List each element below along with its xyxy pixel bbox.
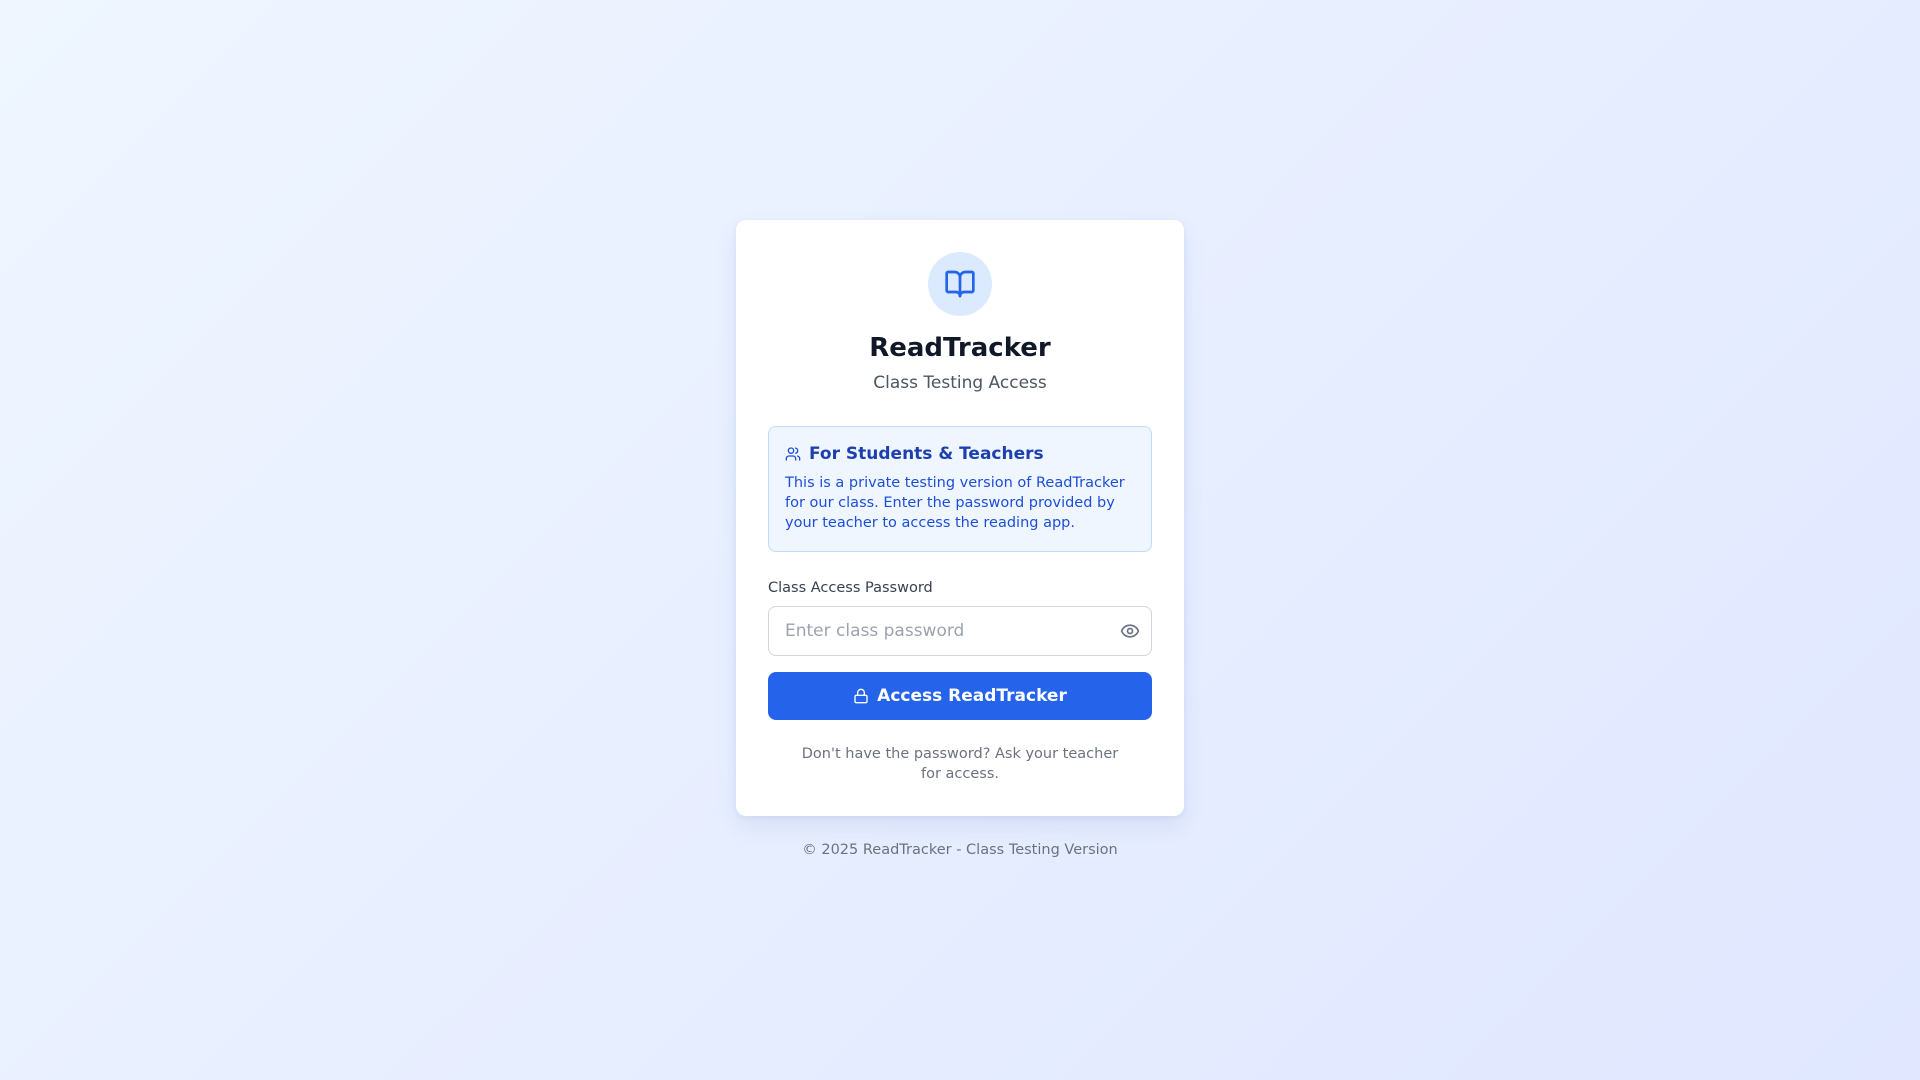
eye-icon[interactable] [1120, 621, 1140, 641]
help-text: Don't have the password? Ask your teache… [801, 746, 1119, 782]
lock-icon [853, 688, 869, 704]
access-button[interactable]: Access ReadTracker [768, 672, 1152, 720]
page: ReadTracker Class Testing Access For Stu… [0, 0, 1920, 1080]
footer-copyright: © 2025 ReadTracker - Class Testing Versi… [802, 842, 1118, 858]
password-label: Class Access Password [768, 580, 933, 596]
app-title: ReadTracker [869, 333, 1051, 363]
info-box-header: For Students & Teachers [785, 443, 1135, 465]
access-button-label: Access ReadTracker [877, 686, 1067, 706]
info-box-title: For Students & Teachers [809, 444, 1044, 464]
password-input[interactable] [768, 606, 1152, 656]
book-open-icon [945, 270, 975, 298]
info-box: For Students & Teachers This is a privat… [768, 426, 1152, 552]
login-card: ReadTracker Class Testing Access For Stu… [736, 220, 1184, 816]
users-icon [785, 446, 801, 462]
app-subtitle: Class Testing Access [873, 373, 1047, 393]
logo-badge [928, 252, 992, 316]
password-field-wrapper [768, 606, 1152, 656]
info-box-text: This is a private testing version of Rea… [785, 475, 1125, 531]
